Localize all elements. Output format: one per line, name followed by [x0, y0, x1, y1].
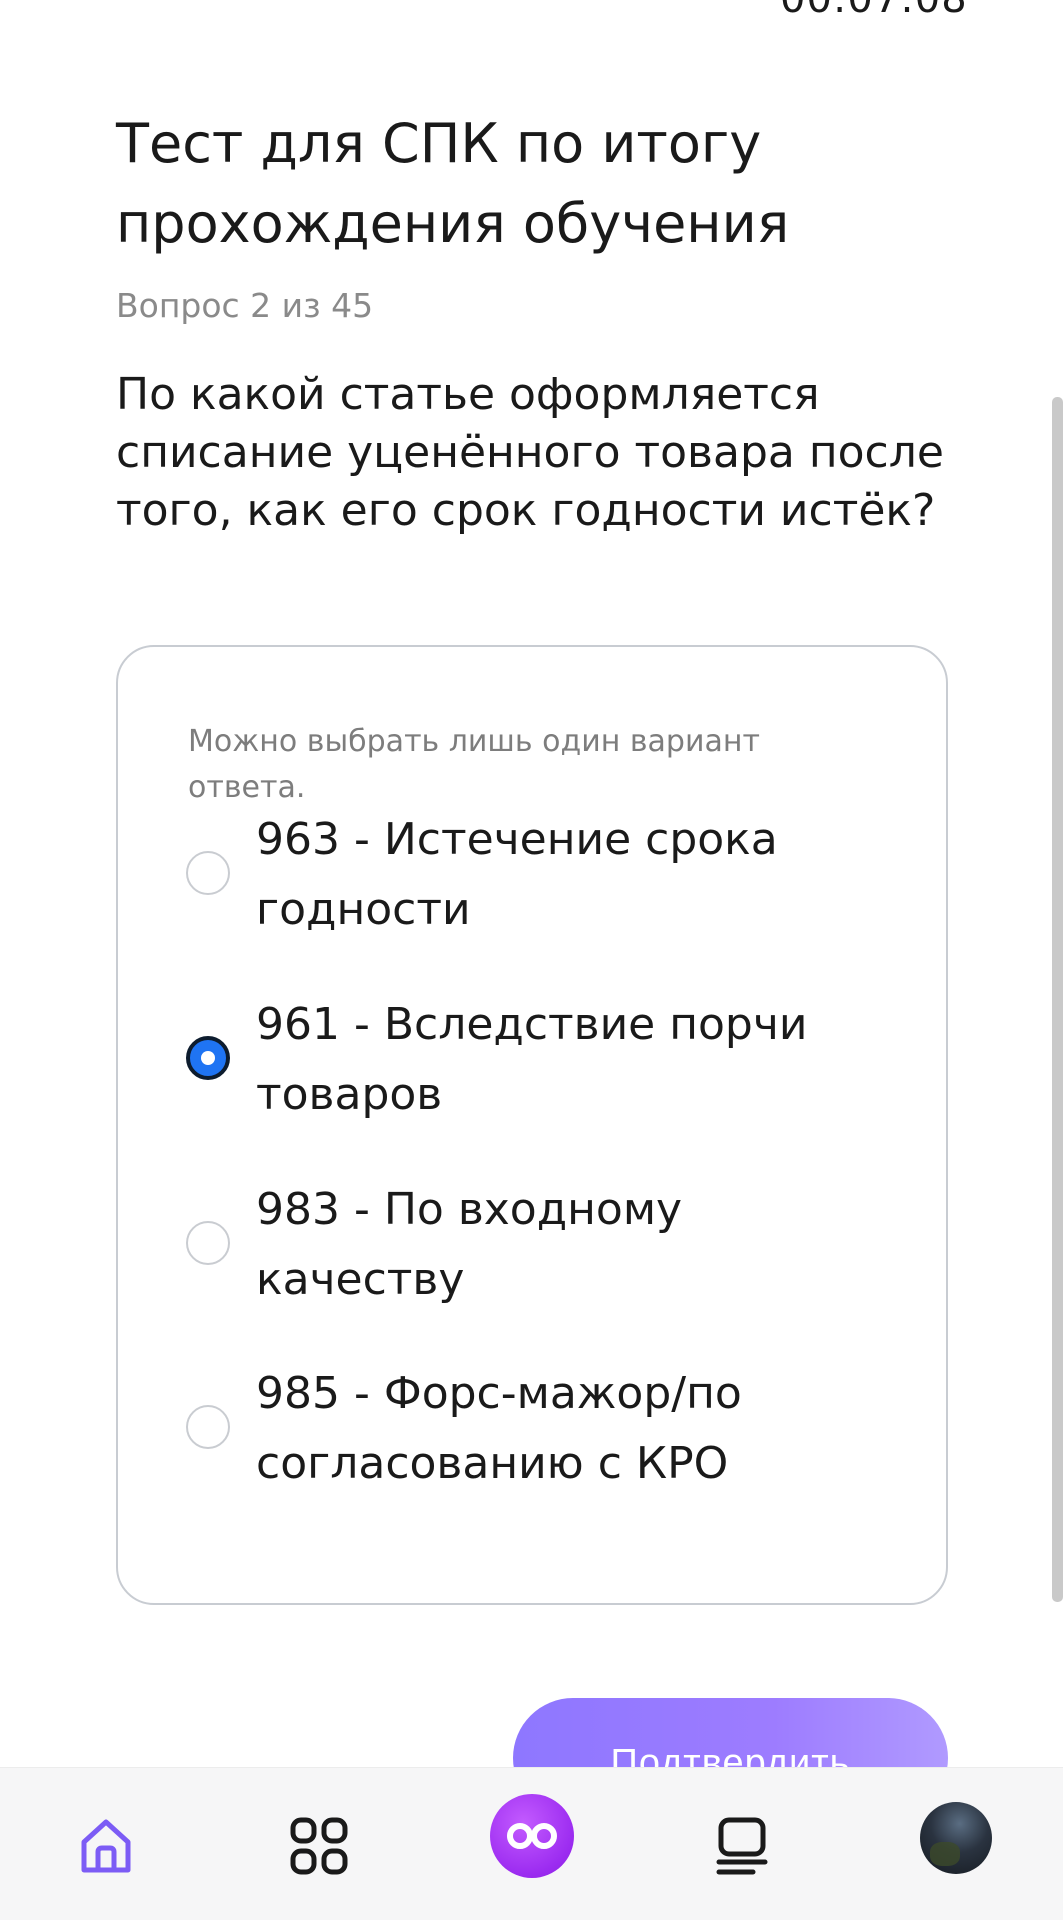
radio-button[interactable]: [186, 851, 230, 895]
nav-center[interactable]: [490, 1794, 574, 1878]
radio-button[interactable]: [186, 1405, 230, 1449]
answer-card: Можно выбрать лишь один вариант ответа. …: [116, 645, 948, 1605]
answer-option-label: 983 - По входному качеству: [256, 1184, 683, 1305]
radio-button[interactable]: [186, 1221, 230, 1265]
answer-option-label: 963 - Истечение срока годности: [256, 814, 778, 935]
home-icon: [81, 1819, 131, 1873]
list-icon: [716, 1817, 768, 1875]
nav-home[interactable]: [66, 1806, 146, 1886]
avatar: [920, 1802, 992, 1874]
answer-option[interactable]: 961 - Вследствие порчи товаров: [186, 990, 886, 1140]
radio-button-selected[interactable]: [186, 1036, 230, 1080]
answer-option-label: 985 - Форс-мажор/по согласованию с КРО: [256, 1368, 742, 1489]
answer-option[interactable]: 983 - По входному качеству: [186, 1175, 886, 1325]
question-text: По какой статье оформляется списание уце…: [116, 369, 944, 536]
nav-tasks[interactable]: [702, 1806, 782, 1886]
question-progress: Вопрос 2 из 45: [116, 286, 374, 325]
answer-hint: Можно выбрать лишь один вариант ответа.: [188, 724, 760, 805]
answer-option[interactable]: 963 - Истечение срока годности: [186, 805, 886, 955]
bottom-navigation: [0, 1767, 1063, 1920]
answer-option-label: 961 - Вследствие порчи товаров: [256, 999, 808, 1120]
nav-catalog[interactable]: [279, 1806, 359, 1886]
infinity-icon: [490, 1794, 574, 1878]
grid-icon: [290, 1817, 348, 1875]
scrollbar[interactable]: [1052, 397, 1063, 1602]
page-title: Тест для СПК по итогу прохождения обучен…: [116, 112, 790, 255]
answer-option[interactable]: 985 - Форс-мажор/по согласованию с КРО: [186, 1359, 886, 1509]
timer: 00:07:08: [780, 0, 968, 22]
nav-profile[interactable]: [920, 1802, 992, 1874]
